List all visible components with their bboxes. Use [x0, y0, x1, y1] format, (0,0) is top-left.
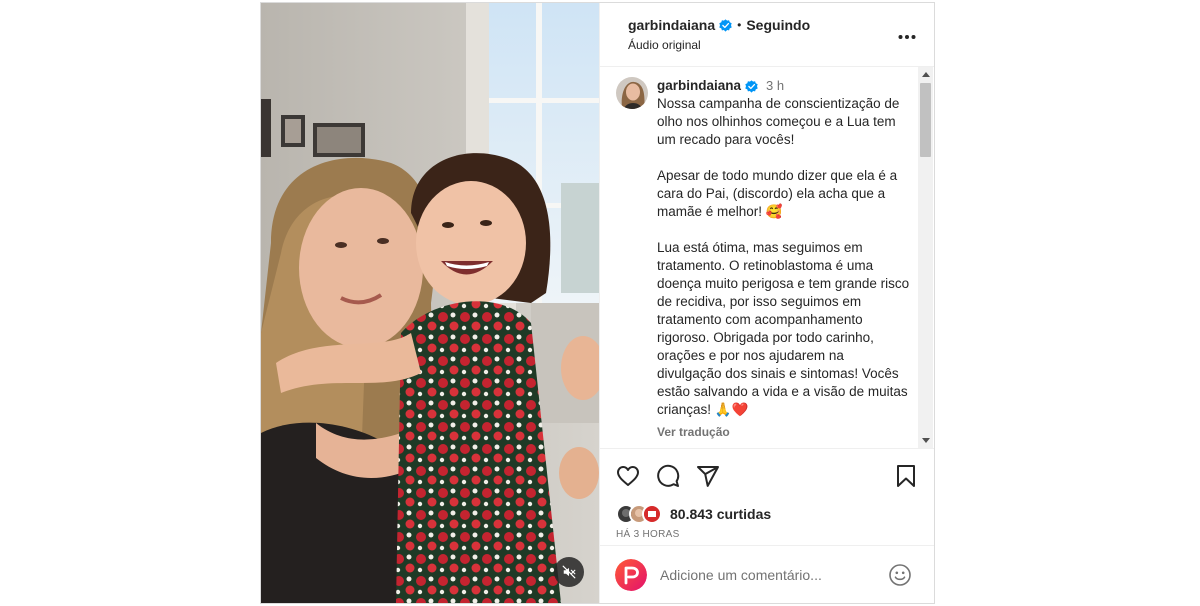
likes-row: 80.843 curtidas [600, 503, 934, 525]
mute-button[interactable] [554, 557, 584, 587]
caption-header: garbindaiana 3 h [657, 77, 912, 95]
post-details-panel: garbindaiana • Seguindo Áudio original g… [599, 3, 934, 603]
scroll-up-arrow-icon[interactable] [922, 72, 930, 77]
heart-icon [617, 466, 639, 486]
comment-icon [657, 464, 680, 487]
original-audio-link[interactable]: Áudio original [628, 38, 810, 52]
emoji-button[interactable] [888, 563, 912, 587]
more-options-button[interactable] [898, 27, 916, 45]
header-username[interactable]: garbindaiana [628, 17, 715, 33]
verified-badge-icon [719, 18, 732, 32]
header-separator: • [737, 18, 742, 32]
instagram-post: garbindaiana • Seguindo Áudio original g… [260, 2, 935, 604]
likes-count[interactable]: 80.843 curtidas [670, 506, 771, 522]
speaker-muted-icon [562, 565, 576, 579]
caption-paragraph: Apesar de todo mundo dizer que ela é a c… [657, 168, 898, 219]
scroll-down-arrow-icon[interactable] [922, 438, 930, 443]
like-button[interactable] [616, 464, 640, 488]
video-frame-image [261, 3, 599, 603]
verified-badge-icon [745, 79, 758, 93]
caption-username[interactable]: garbindaiana [657, 77, 741, 95]
share-icon [697, 466, 719, 487]
avatar[interactable] [615, 558, 647, 591]
avatar[interactable] [616, 77, 648, 109]
see-translation-link[interactable]: Ver tradução [657, 423, 912, 441]
caption-body: garbindaiana 3 h Nossa campanha de consc… [657, 77, 912, 441]
header-row: garbindaiana • Seguindo [628, 17, 810, 33]
more-horizontal-icon [898, 35, 916, 39]
following-button[interactable]: Seguindo [746, 17, 810, 33]
share-button[interactable] [696, 464, 720, 488]
caption-paragraph: Lua está ótima, mas seguimos em tratamen… [657, 240, 910, 417]
add-comment-bar [599, 545, 934, 603]
bookmark-icon [897, 465, 915, 487]
caption-paragraph: Nossa campanha de conscientização de olh… [657, 96, 900, 147]
save-button[interactable] [895, 464, 917, 493]
caption-timestamp[interactable]: 3 h [766, 77, 784, 95]
liker-avatars[interactable] [616, 504, 668, 524]
liker-avatar [642, 504, 662, 524]
comment-button[interactable] [656, 464, 680, 488]
post-video[interactable] [261, 3, 599, 603]
caption-text: Nossa campanha de conscientização de olh… [657, 95, 912, 419]
post-actions [600, 449, 934, 503]
scrollbar-thumb[interactable] [920, 83, 931, 157]
author-avatar-image [616, 77, 648, 109]
post-header: garbindaiana • Seguindo Áudio original [600, 3, 934, 67]
header-names: garbindaiana • Seguindo Áudio original [628, 17, 810, 52]
caption-scroll-area[interactable]: garbindaiana 3 h Nossa campanha de consc… [600, 67, 934, 449]
caption-scrollbar[interactable] [918, 67, 933, 448]
comment-input[interactable] [660, 566, 888, 583]
emoji-smiley-icon [889, 563, 911, 586]
post-time-ago[interactable]: HÁ 3 HORAS [600, 525, 934, 540]
post-caption: garbindaiana 3 h Nossa campanha de consc… [616, 77, 912, 441]
